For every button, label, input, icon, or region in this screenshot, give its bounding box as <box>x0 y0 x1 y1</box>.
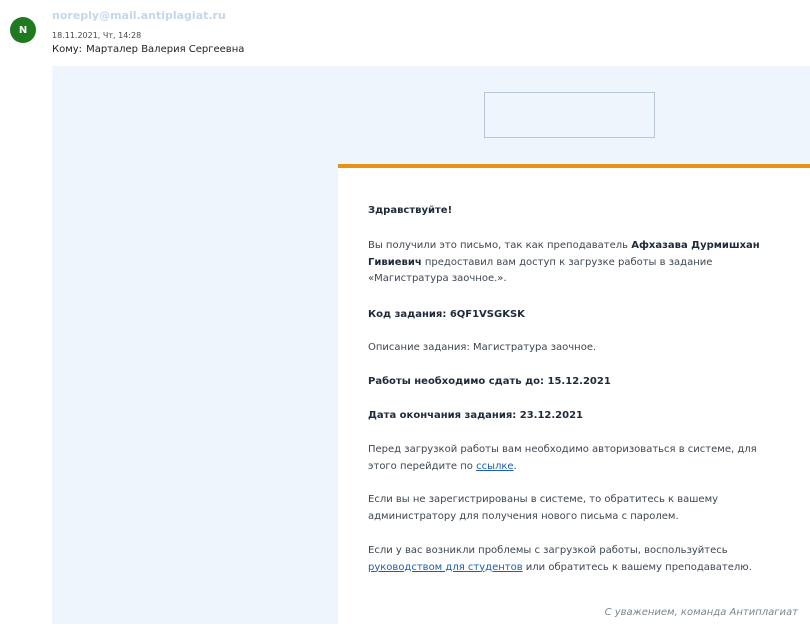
end-date: Дата окончания задания: 23.12.2021 <box>368 408 778 425</box>
sender-address[interactable]: noreply@mail.antiplagiat.ru <box>52 9 226 22</box>
auth-pre: Перед загрузкой работы вам необходимо ав… <box>368 444 757 472</box>
end-value: 23.12.2021 <box>519 410 584 421</box>
problems-post: или обратитесь к вашему преподавателю. <box>522 561 752 573</box>
auth-link[interactable]: ссылке <box>476 461 513 472</box>
greeting: Здравствуйте! <box>368 205 453 216</box>
problems-paragraph: Если у вас возникли проблемы с загрузкой… <box>368 543 778 576</box>
sender-avatar: N <box>10 17 36 43</box>
student-guide-link[interactable]: руководством для студентов <box>368 562 523 573</box>
intro-paragraph: Вы получили это письмо, так как преподав… <box>368 238 778 288</box>
recipient-label: Кому: <box>52 44 83 55</box>
code-value: 6QF1VSGKSK <box>449 309 525 320</box>
auth-post: . <box>513 460 517 472</box>
message-date: 18.11.2021, Чт, 14:28 <box>52 31 142 40</box>
due-label: Работы необходимо сдать до: <box>368 376 548 387</box>
end-label: Дата окончания задания: <box>368 410 520 421</box>
recipient-line: Кому: Марталер Валерия Сергеевна <box>52 44 244 55</box>
auth-paragraph: Перед загрузкой работы вам необходимо ав… <box>368 442 778 475</box>
recipient-name[interactable]: Марталер Валерия Сергеевна <box>86 44 244 55</box>
message-card: Здравствуйте! Вы получили это письмо, та… <box>338 164 810 628</box>
signature: С уважением, команда Антиплагиат <box>604 607 798 618</box>
assignment-description: Описание задания: Магистратура заочное. <box>368 342 597 353</box>
assignment-code: Код задания: 6QF1VSGKSK <box>368 307 778 324</box>
logo-placeholder <box>484 92 655 138</box>
not-registered-paragraph: Если вы не зарегистрированы в системе, т… <box>368 494 719 522</box>
due-value: 15.12.2021 <box>547 376 611 387</box>
due-date: Работы необходимо сдать до: 15.12.2021 <box>368 374 778 391</box>
email-body: Здравствуйте! Вы получили это письмо, та… <box>52 66 810 628</box>
intro-pre: Вы получили это письмо, так как преподав… <box>368 240 632 251</box>
code-label: Код задания: <box>368 309 450 320</box>
problems-pre: Если у вас возникли проблемы с загрузкой… <box>368 545 728 556</box>
